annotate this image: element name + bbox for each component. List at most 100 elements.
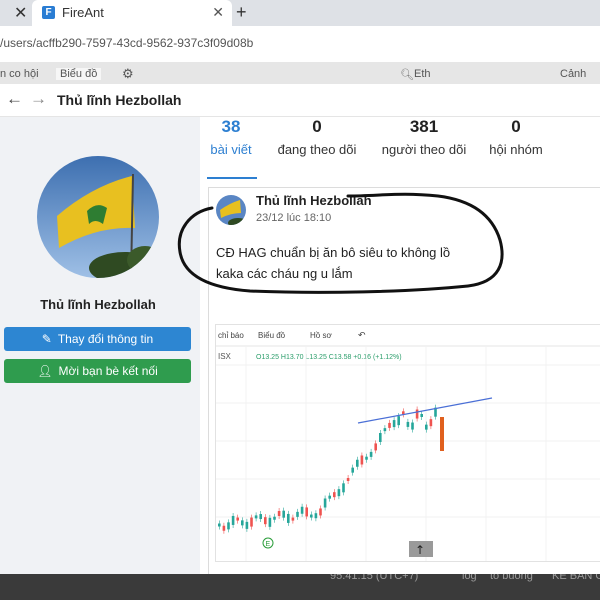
arrow-up-icon: ↑ bbox=[415, 543, 425, 557]
candle bbox=[227, 522, 230, 530]
active-tab-underline bbox=[207, 177, 257, 179]
candle bbox=[337, 489, 341, 497]
chart-toolbar-item: Biểu đồ bbox=[258, 331, 286, 340]
search-icon: 🔍︎ bbox=[400, 69, 414, 81]
candle bbox=[388, 422, 391, 428]
background-item: n co hội bbox=[0, 68, 39, 80]
candle bbox=[264, 517, 267, 525]
candle bbox=[420, 413, 423, 417]
candle bbox=[231, 515, 235, 525]
chart-grid bbox=[216, 347, 600, 561]
edit-profile-label: Thay đổi thông tin bbox=[57, 332, 154, 346]
candle bbox=[333, 492, 336, 498]
candle bbox=[351, 467, 354, 473]
candle bbox=[440, 417, 444, 451]
candle bbox=[415, 409, 419, 419]
candle bbox=[282, 510, 285, 518]
invite-friends-label: Mời bạn bè kết nối bbox=[58, 364, 158, 378]
trendline bbox=[357, 397, 493, 424]
background-item: Cảnh bbox=[560, 68, 587, 80]
stat-followers[interactable]: 381 người theo dõi bbox=[372, 117, 476, 157]
new-tab-icon[interactable]: + bbox=[236, 2, 247, 23]
post-text-line: CĐ HAG chuẩn bị ăn bô siêu to không lồ bbox=[216, 245, 451, 260]
post-body: CĐ HAG chuẩn bị ăn bô siêu to không lồ k… bbox=[216, 242, 450, 284]
candle bbox=[319, 508, 322, 516]
invite-friends-button[interactable]: 👤︎ Mời bạn bè kết nối bbox=[4, 359, 191, 383]
undo-icon: ↶ bbox=[358, 330, 366, 340]
candle bbox=[250, 517, 253, 527]
candle bbox=[356, 459, 359, 467]
candle bbox=[254, 515, 258, 519]
stat-label: người theo dõi bbox=[381, 142, 467, 157]
stat-label: hội nhóm bbox=[489, 142, 543, 157]
candle bbox=[328, 495, 331, 499]
chart-ohlc: O13.25 H13.70 L13.25 C13.58 +0.16 (+1.12… bbox=[256, 354, 402, 361]
candle bbox=[300, 506, 304, 514]
gear-icon: ⚙ bbox=[122, 66, 134, 81]
forward-arrow-icon[interactable]: → bbox=[30, 89, 47, 109]
tab-close-icon[interactable]: ✕ bbox=[212, 4, 224, 21]
browser-tab-bar: ✕ F FireAnt ✕ + bbox=[0, 0, 600, 26]
pencil-icon: ✎ bbox=[41, 332, 52, 346]
stat-value: 38 bbox=[221, 117, 241, 136]
event-marker-label: E bbox=[266, 541, 271, 548]
url-text[interactable]: /users/acffb290-7597-43cd-9562-937c3f09d… bbox=[0, 36, 253, 50]
stat-label: bài viết bbox=[210, 142, 252, 157]
profile-window: ← → Thủ lĩnh Hezbollah Thủ lĩnh Hezbolla… bbox=[0, 84, 600, 574]
chart-toolbar: chỉ báo Biểu đồ Hồ sơ ↶ bbox=[216, 330, 600, 347]
stat-posts[interactable]: 38 bài viết bbox=[200, 117, 262, 157]
candle bbox=[245, 521, 249, 529]
stat-following[interactable]: 0 đang theo dõi bbox=[266, 117, 368, 157]
candle bbox=[291, 517, 295, 521]
background-footer-item: 95.41.15 (UTC+7) bbox=[330, 574, 419, 582]
candle bbox=[369, 451, 373, 457]
post-text-line: kaka các cháu ng u lắm bbox=[216, 266, 353, 281]
favicon-icon: F bbox=[42, 6, 55, 19]
candle bbox=[218, 523, 221, 527]
candle bbox=[236, 517, 239, 521]
candle bbox=[241, 520, 244, 526]
candle bbox=[425, 424, 428, 430]
candle bbox=[273, 516, 276, 520]
post-author[interactable]: Thủ lĩnh Hezbollah bbox=[256, 193, 372, 208]
candle bbox=[310, 514, 313, 518]
post-avatar[interactable] bbox=[216, 195, 246, 225]
stat-groups[interactable]: 0 hội nhóm bbox=[480, 117, 552, 157]
candle bbox=[259, 514, 262, 520]
candle bbox=[392, 420, 396, 428]
chart-candles bbox=[218, 404, 444, 534]
edit-profile-button[interactable]: ✎ Thay đổi thông tin bbox=[4, 327, 191, 351]
candle bbox=[397, 416, 400, 426]
chart-symbol: ISX bbox=[218, 352, 232, 361]
profile-header: ← → Thủ lĩnh Hezbollah bbox=[0, 84, 600, 117]
close-icon[interactable]: ✕ bbox=[14, 3, 27, 23]
display-name: Thủ lĩnh Hezbollah bbox=[40, 297, 156, 312]
candle bbox=[342, 483, 345, 493]
candle bbox=[346, 477, 350, 481]
candle bbox=[374, 443, 377, 451]
profile-title: Thủ lĩnh Hezbollah bbox=[57, 92, 182, 108]
candle bbox=[222, 525, 226, 531]
candle bbox=[360, 455, 364, 465]
candle bbox=[429, 419, 433, 427]
candle bbox=[277, 510, 281, 516]
browser-tab[interactable]: F FireAnt ✕ bbox=[32, 0, 232, 26]
stat-value: 0 bbox=[511, 117, 521, 136]
candle bbox=[305, 507, 308, 517]
address-bar[interactable]: /users/acffb290-7597-43cd-9562-937c3f09d… bbox=[0, 26, 600, 63]
background-item: Eth bbox=[414, 68, 431, 80]
candle bbox=[314, 513, 318, 519]
profile-sidebar: Thủ lĩnh Hezbollah ✎ Thay đổi thông tin … bbox=[0, 117, 200, 574]
background-item: Biểu đồ bbox=[56, 68, 102, 80]
candle bbox=[379, 432, 382, 442]
avatar[interactable] bbox=[37, 156, 159, 278]
back-arrow-icon[interactable]: ← bbox=[6, 89, 23, 109]
candle bbox=[323, 498, 327, 508]
candle bbox=[383, 428, 387, 432]
add-person-icon: 👤︎ bbox=[37, 364, 53, 378]
stat-label: đang theo dõi bbox=[277, 142, 357, 157]
chart-screenshot[interactable]: chỉ báo Biểu đồ Hồ sơ ↶ ISX O13.25 H13.7… bbox=[215, 324, 600, 562]
post-card: Thủ lĩnh Hezbollah 23/12 lúc 18:10 CĐ HA… bbox=[208, 187, 600, 574]
tab-title: FireAnt bbox=[62, 5, 104, 20]
candle bbox=[411, 422, 414, 430]
